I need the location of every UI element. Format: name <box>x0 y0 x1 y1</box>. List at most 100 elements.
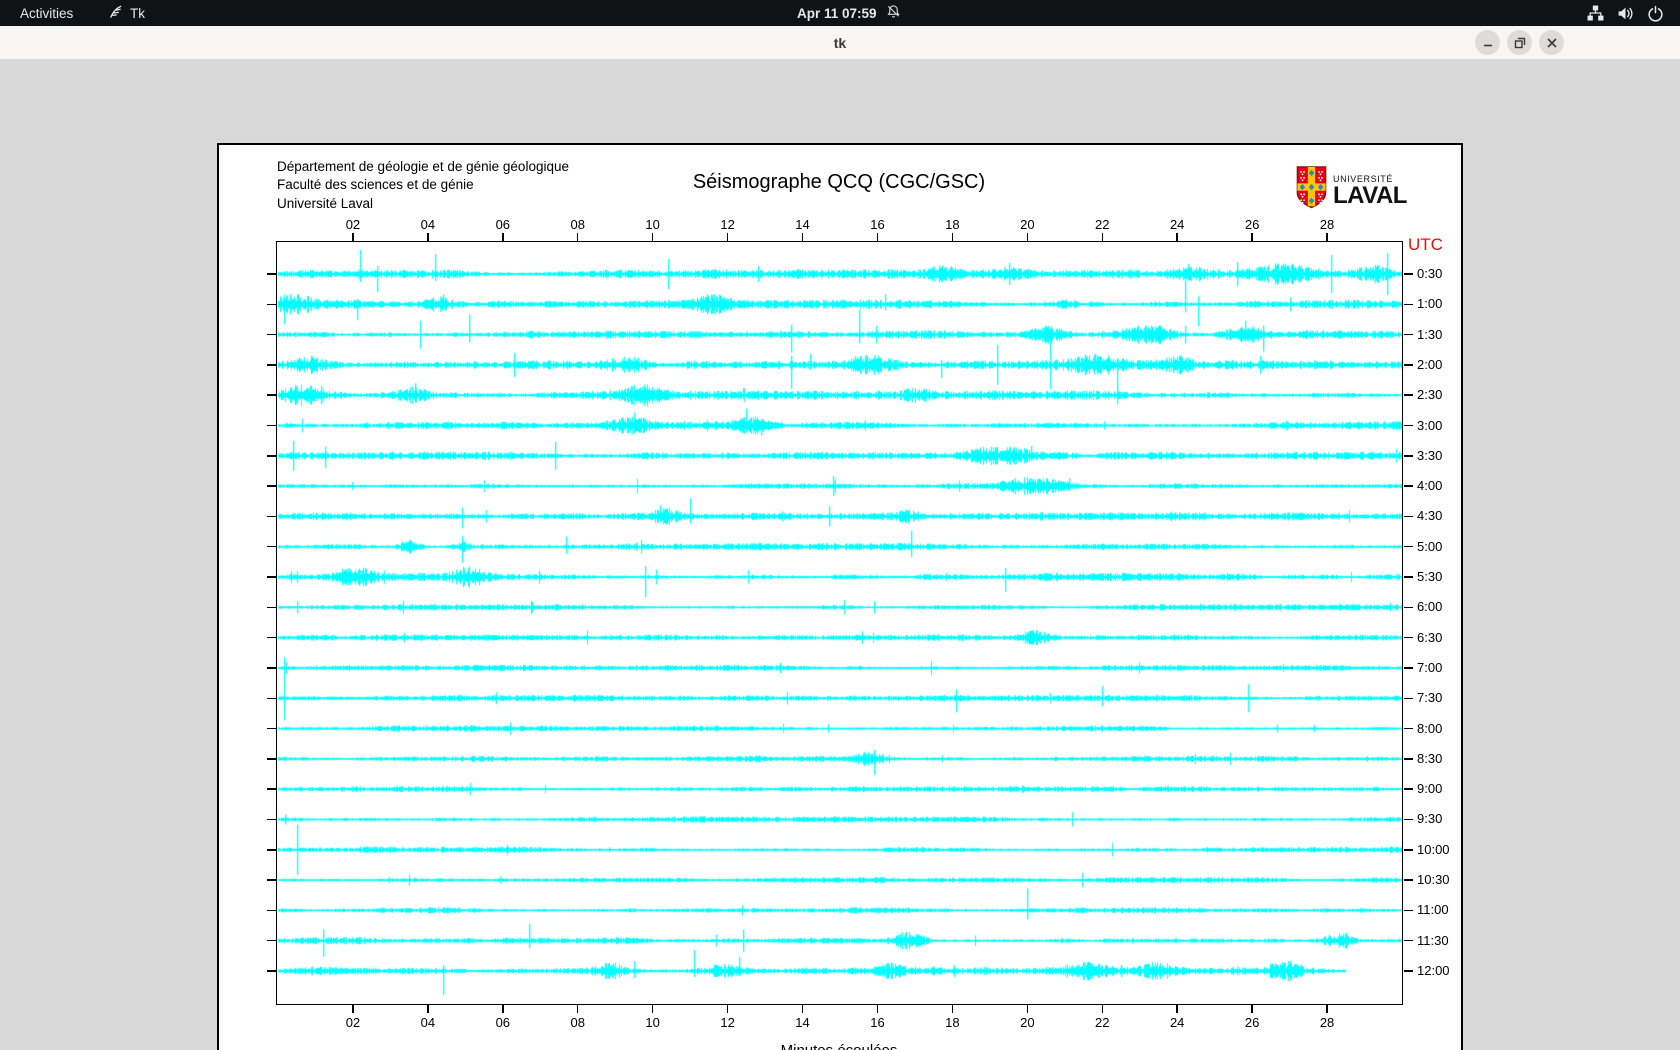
x-axis-bottom-label: 12 <box>711 1015 745 1030</box>
y-axis-left-tick <box>267 334 276 336</box>
y-axis-left-tick <box>267 879 276 881</box>
x-axis-top-tick <box>427 233 429 241</box>
x-axis-bottom-tick <box>352 1005 354 1013</box>
y-axis-right-tick <box>1404 516 1413 518</box>
header-line-3: Université Laval <box>277 195 569 213</box>
y-axis-left-tick <box>267 485 276 487</box>
clock-text: Apr 11 07:59 <box>797 6 877 21</box>
x-axis-bottom-label: 08 <box>561 1015 595 1030</box>
y-axis-left-tick <box>267 940 276 942</box>
x-axis-bottom-label: 02 <box>336 1015 370 1030</box>
x-axis-top-label: 18 <box>935 217 969 232</box>
x-axis-bottom-tick <box>1027 1005 1029 1013</box>
x-axis-bottom-tick <box>1102 1005 1104 1013</box>
y-axis-right-tick <box>1404 394 1413 396</box>
x-axis-top-tick <box>1176 233 1178 241</box>
y-axis-left-tick <box>267 637 276 639</box>
y-axis-right-tick <box>1404 758 1413 760</box>
y-axis-left-tick <box>267 698 276 700</box>
window-titlebar[interactable]: tk <box>0 26 1680 60</box>
y-axis-right-tick <box>1404 455 1413 457</box>
x-axis-top-label: 20 <box>1010 217 1044 232</box>
tk-feather-icon <box>108 4 123 22</box>
utc-time-label: 11:00 <box>1417 902 1449 918</box>
x-axis-bottom-tick <box>502 1005 504 1013</box>
x-axis-top-label: 12 <box>711 217 745 232</box>
x-axis-top-label: 10 <box>636 217 670 232</box>
utc-time-label: 3:30 <box>1417 448 1442 464</box>
tk-app-menu[interactable]: Tk <box>108 0 145 26</box>
close-button[interactable] <box>1539 30 1564 55</box>
y-axis-left-tick <box>267 273 276 275</box>
clock-button[interactable]: Apr 11 07:59 <box>797 0 901 26</box>
y-axis-left-tick <box>267 758 276 760</box>
x-axis-top-tick <box>952 233 954 241</box>
y-axis-right-tick <box>1404 607 1413 609</box>
y-axis-right-tick <box>1404 334 1413 336</box>
utc-time-label: 6:00 <box>1417 599 1442 615</box>
x-axis-bottom-tick <box>577 1005 579 1013</box>
activities-button[interactable]: Activities <box>20 0 73 26</box>
x-axis-top-tick <box>1326 233 1328 241</box>
utc-time-label: 7:30 <box>1417 690 1442 706</box>
x-axis-bottom-label: 28 <box>1310 1015 1344 1030</box>
x-axis-top-label: 06 <box>486 217 520 232</box>
y-axis-right-tick <box>1404 425 1413 427</box>
y-axis-right-tick <box>1404 879 1413 881</box>
laval-logo: UNIVERSITÉ LAVAL <box>1296 165 1407 215</box>
x-axis-top-tick <box>502 233 504 241</box>
x-axis-title: Minutes écoulées <box>277 1042 1401 1050</box>
x-axis-bottom-label: 14 <box>786 1015 820 1030</box>
utc-time-label: 12:00 <box>1417 963 1450 979</box>
system-status-area[interactable] <box>1587 0 1664 26</box>
x-axis-top-label: 28 <box>1310 217 1344 232</box>
x-axis-bottom-label: 04 <box>411 1015 445 1030</box>
y-axis-left-tick <box>267 304 276 306</box>
utc-time-label: 5:30 <box>1417 569 1442 585</box>
x-axis-bottom-label: 22 <box>1085 1015 1119 1030</box>
x-axis-bottom-tick <box>877 1005 879 1013</box>
gnome-top-bar: Activities Tk Apr 11 07:59 <box>0 0 1680 26</box>
utc-time-label: 2:00 <box>1417 357 1442 373</box>
laval-logo-text: UNIVERSITÉ LAVAL <box>1333 174 1407 207</box>
x-axis-top-label: 22 <box>1085 217 1119 232</box>
y-axis-right-tick <box>1404 304 1413 306</box>
x-axis-top-label: 26 <box>1235 217 1269 232</box>
tk-app-label: Tk <box>130 6 145 21</box>
y-axis-left-tick <box>267 667 276 669</box>
y-axis-right-tick <box>1404 637 1413 639</box>
y-axis-left-tick <box>267 728 276 730</box>
restore-button[interactable] <box>1507 30 1532 55</box>
laval-shield-icon <box>1296 165 1327 215</box>
y-axis-right-tick <box>1404 788 1413 790</box>
x-axis-top-label: 02 <box>336 217 370 232</box>
x-axis-top-tick <box>727 233 729 241</box>
utc-time-label: 2:30 <box>1417 387 1442 403</box>
y-axis-right-tick <box>1404 849 1413 851</box>
y-axis-right-tick <box>1404 667 1413 669</box>
minimize-button[interactable] <box>1475 30 1500 55</box>
x-axis-bottom-label: 16 <box>860 1015 894 1030</box>
y-axis-right-tick <box>1404 576 1413 578</box>
volume-icon <box>1617 5 1634 22</box>
x-axis-bottom-tick <box>1176 1005 1178 1013</box>
tk-window-content: Département de géologie et de génie géol… <box>0 59 1680 1050</box>
x-axis-top-label: 14 <box>786 217 820 232</box>
notifications-disabled-bell-icon <box>886 4 901 22</box>
x-axis-top-tick <box>1027 233 1029 241</box>
x-axis-bottom-tick <box>652 1005 654 1013</box>
utc-time-label: 10:00 <box>1417 842 1450 858</box>
x-axis-bottom-label: 20 <box>1010 1015 1044 1030</box>
x-axis-bottom-tick <box>1251 1005 1253 1013</box>
y-axis-right-tick <box>1404 273 1413 275</box>
laval-logo-line2: LAVAL <box>1333 184 1407 207</box>
utc-time-label: 11:30 <box>1417 933 1449 949</box>
y-axis-right-tick <box>1404 940 1413 942</box>
utc-time-label: 8:00 <box>1417 721 1442 737</box>
x-axis-bottom-tick <box>727 1005 729 1013</box>
x-axis-top-tick <box>802 233 804 241</box>
utc-time-label: 5:00 <box>1417 539 1442 555</box>
x-axis-top-tick <box>652 233 654 241</box>
network-icon <box>1587 5 1604 22</box>
y-axis-right-tick <box>1404 364 1413 366</box>
